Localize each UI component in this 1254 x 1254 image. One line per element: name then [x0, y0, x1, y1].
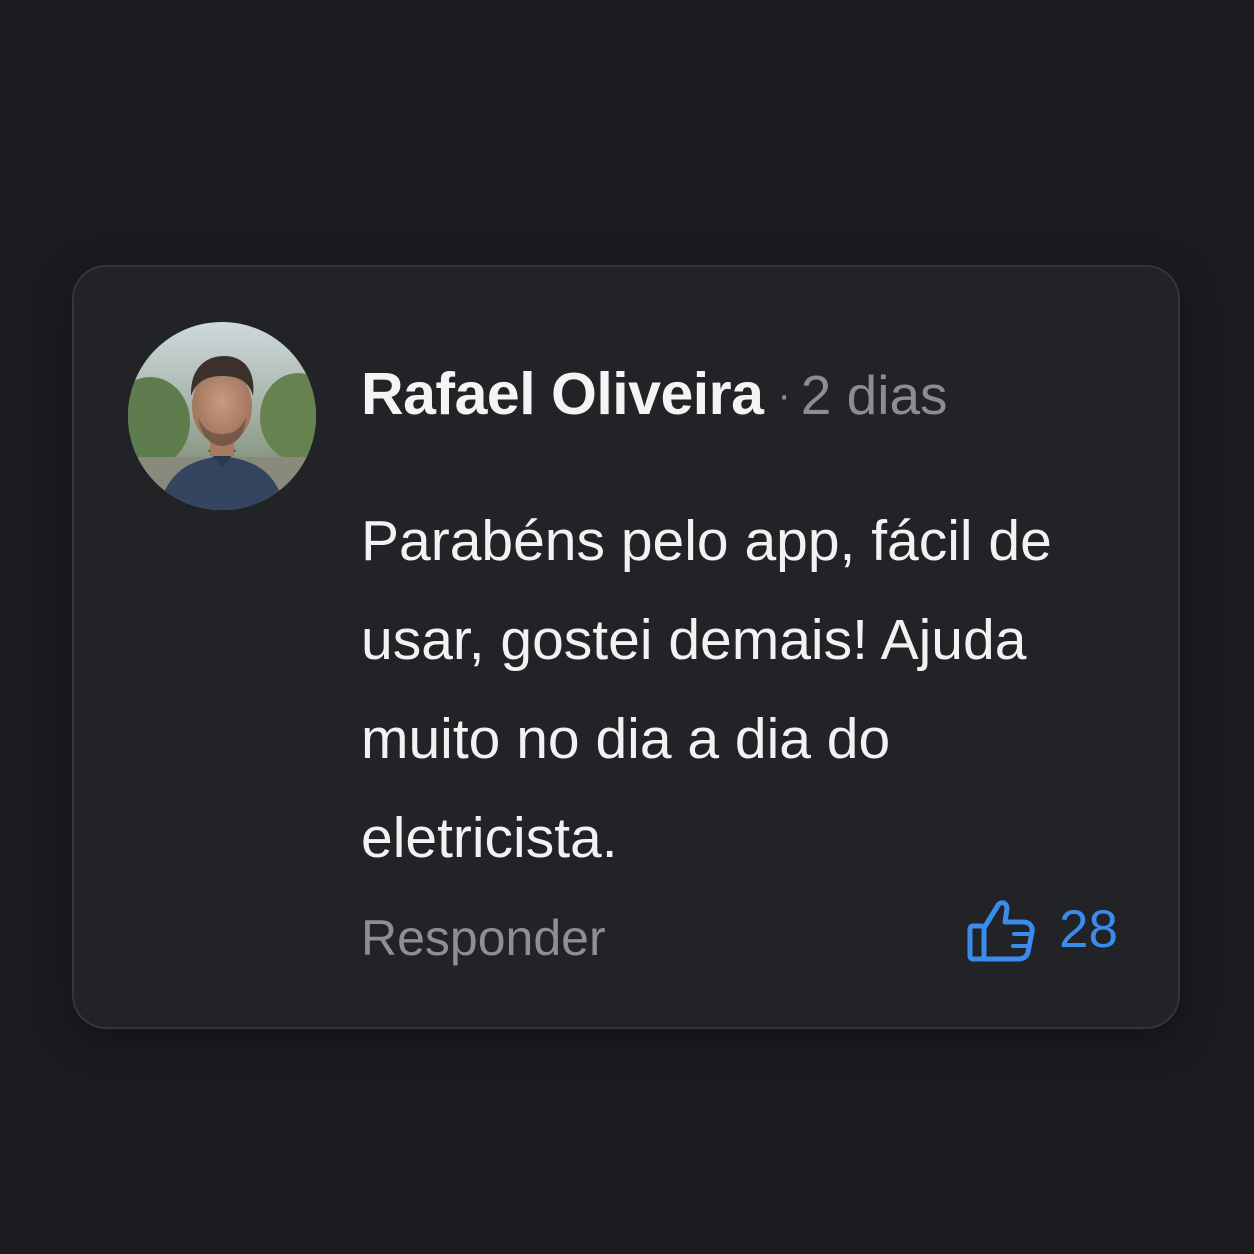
comment-text: Parabéns pelo app, fácil de usar, gostei… [361, 509, 1052, 870]
thumbs-up-icon [967, 900, 1035, 962]
avatar[interactable] [128, 322, 316, 510]
like-count: 28 [1059, 900, 1118, 959]
header-separator: · [777, 373, 791, 417]
like-button[interactable]: 28 [967, 895, 1118, 965]
reply-button[interactable]: Responder [361, 908, 606, 968]
author-name[interactable]: Rafael Oliveira [361, 361, 764, 427]
timestamp: 2 dias [800, 364, 948, 426]
comment-card: Rafael Oliveira · 2 dias Parabéns pelo app… [72, 265, 1180, 1029]
avatar-photo [128, 322, 316, 510]
comment-header: Rafael Oliveira · 2 dias [361, 359, 948, 445]
